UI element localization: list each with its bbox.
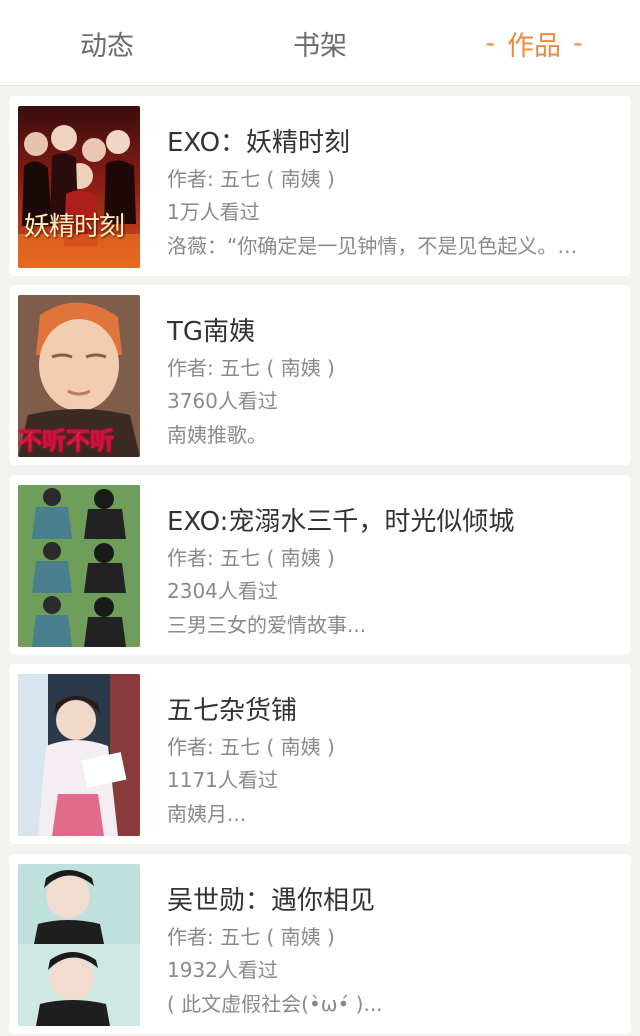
work-description: ( 此文虚假社会(•̀ω•́ )... bbox=[167, 992, 383, 1016]
work-card[interactable]: 不听不听 TG南姨 作者: 五七 ( 南姨 ) 3760人看过 南姨推歌。 bbox=[9, 285, 631, 465]
cover-meme-text: 不听不听 bbox=[18, 427, 115, 456]
work-title: TG南姨 bbox=[167, 317, 256, 347]
work-views: 1171人看过 bbox=[167, 768, 278, 792]
work-author: 作者: 五七 ( 南姨 ) bbox=[167, 356, 335, 380]
work-card[interactable]: EXO:宠溺水三千，时光似倾城 作者: 五七 ( 南姨 ) 2304人看过 三男… bbox=[9, 475, 631, 655]
work-card[interactable]: 五七杂货铺 作者: 五七 ( 南姨 ) 1171人看过 南姨月... bbox=[9, 664, 631, 844]
work-title: 五七杂货铺 bbox=[167, 696, 298, 726]
work-views: 3760人看过 bbox=[167, 389, 278, 413]
tab-zuopin[interactable]: - 作品 - bbox=[434, 0, 634, 86]
tab-shujia[interactable]: 书架 bbox=[220, 0, 420, 86]
active-tab-dash-right: - bbox=[573, 27, 583, 59]
cover-title-text: 妖精时刻 bbox=[24, 212, 125, 242]
work-views: 1万人看过 bbox=[167, 200, 260, 224]
work-card[interactable]: 吴世勋：遇你相见 作者: 五七 ( 南姨 ) 1932人看过 ( 此文虚假社会(… bbox=[9, 854, 631, 1034]
work-views: 1932人看过 bbox=[167, 958, 278, 982]
book-cover-image bbox=[18, 864, 140, 1026]
work-description: 三男三女的爱情故事... bbox=[167, 613, 367, 637]
tab-dongtai[interactable]: 动态 bbox=[7, 0, 207, 86]
work-card[interactable]: 妖精时刻 EXO：妖精时刻 作者: 五七 ( 南姨 ) 1万人看过 洛薇：“你确… bbox=[9, 96, 631, 276]
work-author: 作者: 五七 ( 南姨 ) bbox=[167, 167, 335, 191]
book-cover-image bbox=[18, 674, 140, 836]
tab-label: 动态 bbox=[80, 30, 134, 62]
work-description: 洛薇：“你确定是一见钟情，不是见色起义。… bbox=[167, 234, 578, 258]
work-author: 作者: 五七 ( 南姨 ) bbox=[167, 735, 335, 759]
work-title: EXO:宠溺水三千，时光似倾城 bbox=[167, 507, 515, 537]
tab-bar: 动态 书架 - 作品 - bbox=[0, 0, 640, 86]
tab-label: 书架 bbox=[293, 30, 347, 62]
tab-label: 作品 bbox=[507, 30, 561, 62]
active-tab-dash-left: - bbox=[485, 27, 495, 59]
work-title: EXO：妖精时刻 bbox=[167, 128, 351, 158]
book-cover-image: 妖精时刻 bbox=[18, 106, 140, 268]
book-cover-image: 不听不听 bbox=[18, 295, 140, 457]
work-author: 作者: 五七 ( 南姨 ) bbox=[167, 925, 335, 949]
work-author: 作者: 五七 ( 南姨 ) bbox=[167, 546, 335, 570]
work-description: 南姨月... bbox=[167, 802, 247, 826]
work-description: 南姨推歌。 bbox=[167, 423, 267, 447]
book-cover-image bbox=[18, 485, 140, 647]
work-views: 2304人看过 bbox=[167, 579, 278, 603]
work-title: 吴世勋：遇你相见 bbox=[167, 886, 376, 916]
